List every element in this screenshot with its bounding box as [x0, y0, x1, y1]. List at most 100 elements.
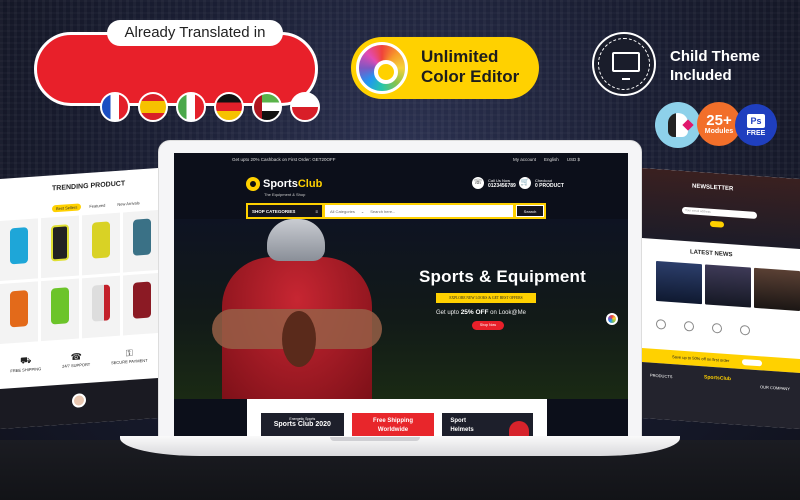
- trending-title: TRENDING PRODUCT: [52, 180, 126, 193]
- brand-logos: [656, 318, 750, 336]
- hero-discount: 25% OFF: [460, 309, 489, 316]
- hero-shop-now-button[interactable]: Shop Now: [472, 321, 504, 330]
- laptop-notch: [330, 437, 420, 441]
- product-card[interactable]: [82, 275, 120, 339]
- feature-support: ☎ 24/7 SUPPORT: [62, 351, 91, 369]
- shop-categories-label: SHOP CATEGORIES: [252, 208, 296, 214]
- child-theme-line2: Included: [670, 67, 732, 84]
- feature-shipping: ⛟ FREE SHIPPING: [10, 354, 42, 374]
- modules-label: Modules: [704, 128, 734, 135]
- color-picker-toggle-icon[interactable]: [606, 313, 618, 325]
- pads-white-image: [92, 284, 110, 322]
- logo-tagline: The Equipment & Shop: [264, 192, 306, 197]
- child-theme-text: Child Theme Included: [670, 47, 760, 85]
- checkout-count: 0 PRODUCT: [535, 182, 564, 189]
- trending-tabs: Best Sellers Featured New Arrivals: [52, 199, 144, 213]
- flag-list: [100, 92, 320, 122]
- product-card[interactable]: [41, 215, 79, 279]
- blog-list: [656, 260, 800, 312]
- bottle-image: [10, 227, 28, 265]
- product-card[interactable]: [0, 281, 38, 345]
- shop-categories-button[interactable]: SHOP CATEGORIES ≡: [248, 205, 322, 217]
- call-info[interactable]: ☏ Call Us Now 0123456789: [472, 177, 516, 189]
- soccer-ball-icon: [246, 177, 260, 191]
- prestashop-badge: [655, 102, 701, 148]
- product-grid: [0, 209, 158, 345]
- modules-count: 25+: [706, 112, 732, 129]
- promo-banners: Energetic Sports Sports Club 2020 Shop N…: [247, 399, 547, 441]
- newsletter-title: NEWSLETTER: [692, 183, 734, 193]
- spain-flag-icon: [138, 92, 168, 122]
- newsletter-subscribe-button[interactable]: [710, 220, 724, 228]
- blog-image[interactable]: [656, 260, 702, 305]
- photoshop-badge: Ps FREE: [735, 104, 777, 146]
- topbar-links: My account English USD $: [513, 153, 580, 167]
- color-editor-text: Unlimited Color Editor: [421, 47, 519, 87]
- color-editor-line2: Color Editor: [421, 67, 520, 86]
- italy-flag-icon: [176, 92, 206, 122]
- hero-subtitle: Get upto 25% OFF on Look@Me: [436, 309, 526, 316]
- glove-image: [51, 224, 69, 262]
- checkout-info[interactable]: 🛒 Checkout 0 PRODUCT: [519, 177, 564, 189]
- menu-icon: ≡: [315, 208, 318, 214]
- hero-sub-suffix: on Look@Me: [490, 310, 526, 316]
- language-select[interactable]: English: [544, 153, 559, 167]
- site-topbar: Get upto 20% Cashback on First Order: GE…: [174, 153, 628, 167]
- football-shape: [282, 311, 316, 367]
- right-page-preview: NEWSLETTER Your email address LATEST NEW…: [642, 168, 800, 430]
- photoshop-free-label: FREE: [746, 129, 766, 137]
- prestashop-puffin-icon: [668, 113, 688, 137]
- category-select[interactable]: All Categories: [330, 209, 355, 214]
- germany-flag-icon: [214, 92, 244, 122]
- site-logo[interactable]: SportsClub: [246, 177, 322, 191]
- product-card[interactable]: [123, 272, 158, 336]
- brand-logo[interactable]: [740, 324, 750, 336]
- product-card[interactable]: [0, 218, 38, 282]
- helmet-shape: [267, 219, 325, 261]
- brand-logo[interactable]: [684, 320, 694, 332]
- football-player-image: [212, 219, 382, 399]
- child-theme-line1: Child Theme: [670, 48, 761, 65]
- footer-col-products: PRODUCTS: [650, 372, 673, 380]
- photoshop-icon: Ps: [747, 113, 765, 128]
- currency-select[interactable]: USD $: [567, 153, 580, 167]
- latest-news-title: LATEST NEWS: [690, 249, 733, 259]
- hero-sub-prefix: Get upto: [436, 310, 460, 316]
- left-page-preview: TRENDING PRODUCT Best Sellers Featured N…: [0, 168, 158, 430]
- france-flag-icon: [100, 92, 130, 122]
- pads-image: [10, 290, 28, 328]
- color-editor-line1: Unlimited: [421, 47, 499, 66]
- search-placeholder: Search here...: [370, 208, 396, 214]
- brand-logo[interactable]: [656, 318, 666, 330]
- product-card[interactable]: [41, 278, 79, 342]
- shirt-image: [133, 281, 151, 319]
- translated-label: Already Translated in: [107, 20, 283, 46]
- newsletter-email-input[interactable]: Your email address: [682, 206, 757, 220]
- search-input[interactable]: All Categories ⌄ Search here...: [325, 205, 513, 217]
- product-card[interactable]: [123, 209, 158, 273]
- hero-banner: Sports & Equipment EXPLORE NEW LOOKS & G…: [174, 219, 628, 399]
- kayak-image: [51, 287, 69, 325]
- call-number: 0123456789: [488, 182, 516, 189]
- my-account-link[interactable]: My account: [513, 153, 536, 167]
- brand-logo[interactable]: [712, 322, 722, 334]
- blog-image[interactable]: [754, 267, 800, 312]
- search-button[interactable]: Search: [516, 205, 544, 217]
- tab-new-arrivals[interactable]: New Arrivals: [113, 199, 143, 208]
- hero-strip: EXPLORE NEW LOOKS & GET BEST OFFERS: [436, 293, 536, 303]
- product-card[interactable]: [82, 212, 120, 276]
- cart-icon: 🛒: [519, 177, 531, 189]
- color-wheel-icon: [356, 42, 408, 94]
- offer-strip-button[interactable]: [742, 358, 762, 367]
- promo-shipping-text: Free Shipping Worldwide: [373, 418, 414, 433]
- footer-section: PRODUCTS SportsClub OUR COMPANY: [642, 362, 800, 430]
- footer-col-company: OUR COMPANY: [760, 384, 790, 392]
- blog-image[interactable]: [705, 264, 751, 308]
- tab-featured[interactable]: Featured: [85, 201, 109, 210]
- tab-best-sellers[interactable]: Best Sellers: [52, 203, 82, 213]
- phone-icon: ☏: [472, 177, 484, 189]
- logo-text-1: Sports: [263, 178, 298, 190]
- child-theme-seal: [592, 32, 656, 96]
- footer-logo: SportsClub: [704, 374, 731, 383]
- laptop-frame: Get upto 20% Cashback on First Order: GE…: [158, 140, 642, 441]
